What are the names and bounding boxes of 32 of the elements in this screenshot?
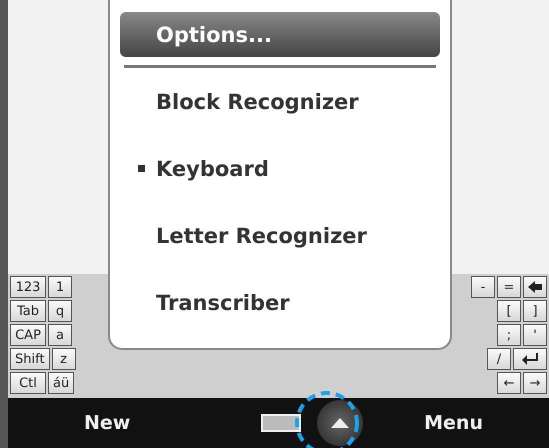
keyboard-key[interactable]: Tab [10,300,46,322]
keyboard-key[interactable]: ; [497,324,521,346]
keyboard-key[interactable]: ] [523,300,547,322]
keyboard-key[interactable]: a [48,324,72,346]
keyboard-key[interactable]: - [471,276,495,298]
menu-item[interactable]: Letter Recognizer [120,202,440,270]
menu-item[interactable]: Block Recognizer [120,68,440,136]
keyboard-key[interactable]: q [48,300,72,322]
left-arrow-icon [528,281,542,293]
keyboard-key[interactable]: áü [48,372,74,394]
keyboard-key[interactable]: Shift [10,348,50,370]
keyboard-key[interactable]: [ [497,300,521,322]
menu-item[interactable]: Transcriber [120,269,440,336]
keyboard-key[interactable]: / [487,348,511,370]
backspace-key[interactable] [523,276,547,298]
keyboard-key[interactable]: ' [523,324,547,346]
menu-item[interactable]: Keyboard [120,135,440,202]
keyboard-key[interactable]: CAP [10,324,46,346]
input-panel-arrow-button[interactable] [317,400,364,446]
enter-icon [522,353,538,365]
up-arrow-icon [331,418,350,428]
menu-item[interactable]: Options... [120,12,440,58]
keyboard-key[interactable]: 123 [10,276,46,298]
keyboard-key[interactable]: z [52,348,76,370]
keyboard-key[interactable]: → [523,372,547,394]
keyboard-key[interactable]: Ctl [10,372,46,394]
keyboard-key[interactable]: ← [497,372,521,394]
new-softkey[interactable]: New [78,408,136,438]
menu-softkey[interactable]: Menu [418,408,489,438]
keyboard-key[interactable]: 1 [48,276,72,298]
keyboard-key[interactable]: = [497,276,521,298]
enter-key[interactable] [513,348,547,370]
